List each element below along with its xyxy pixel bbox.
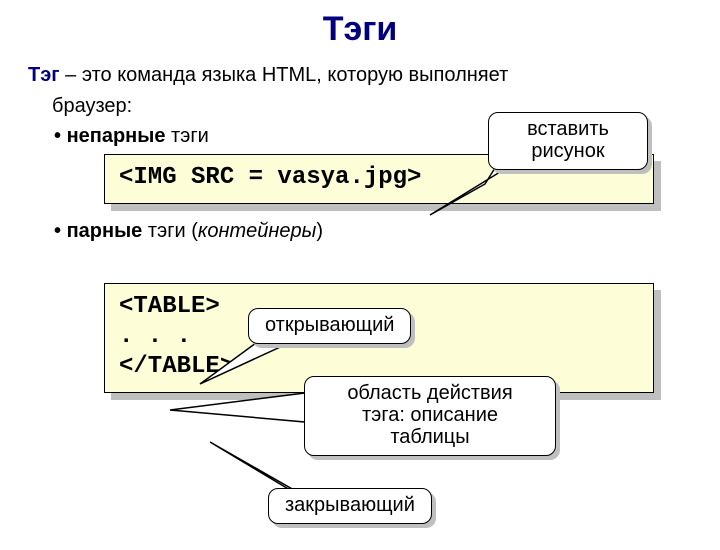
callout-area-l3: таблицы — [390, 426, 469, 448]
callout-area-l2: тэга: описание — [362, 404, 498, 426]
bullet2-italic: контейнеры — [198, 220, 316, 242]
bullet2-rest: тэги ( — [142, 220, 198, 242]
code2-l1: <TABLE> — [119, 293, 220, 320]
callout-area-l1: область действия — [347, 382, 512, 404]
bullet1-bold: непарные — [67, 125, 166, 147]
callout-insert-image: вставить рисунок — [488, 112, 648, 170]
page-title: Тэги — [0, 10, 720, 49]
intro-text: Тэг – это команда языка HTML, которую вы… — [28, 63, 692, 88]
code2-l3: </TABLE> — [119, 353, 234, 380]
callout-opening-tag: открывающий — [248, 308, 411, 344]
intro-rest: – это команда языка HTML, которую выполн… — [60, 64, 509, 86]
code2-l2: . . . — [119, 323, 191, 350]
bullet-paired: парные тэги (контейнеры) — [54, 220, 692, 243]
intro-lead: Тэг — [28, 64, 60, 86]
bullet2-bold: парные — [67, 220, 143, 242]
callout-tag-scope: область действия тэга: описание таблицы — [304, 376, 556, 456]
callout-closing-tag: закрывающий — [268, 488, 432, 524]
callout-insert-l2: рисунок — [531, 140, 604, 162]
callout-insert-l1: вставить — [527, 118, 609, 140]
bullet1-rest: тэги — [165, 125, 208, 147]
bullet2-close: ) — [316, 220, 323, 242]
